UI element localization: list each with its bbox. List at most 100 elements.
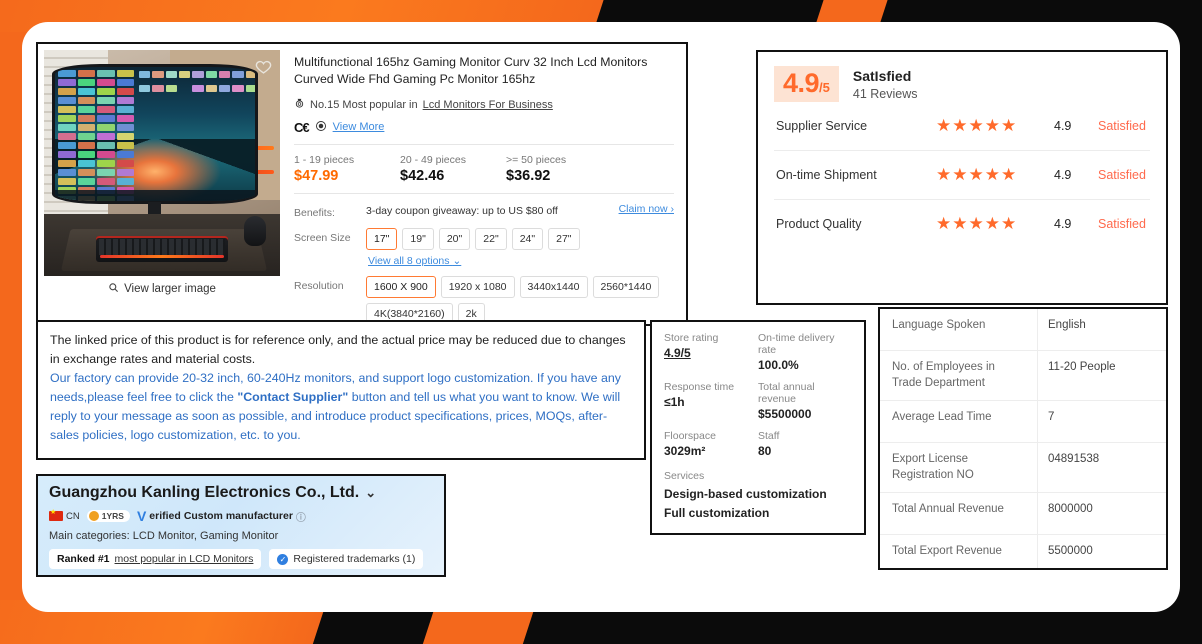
verified-badge: Verified Custom manufacturer ⓘ bbox=[137, 508, 306, 524]
price-tier-qty: 1 - 19 pieces bbox=[294, 153, 355, 166]
product-rank-line: No.15 Most popular in Lcd Monitors For B… bbox=[294, 98, 674, 112]
reviews-header: 4.9 /5 SatIsfied 41 Reviews bbox=[774, 66, 1150, 102]
price-tier-value: $36.92 bbox=[506, 167, 551, 184]
store-rating-value[interactable]: 4.9/5 bbox=[664, 346, 758, 360]
overall-score-badge: 4.9 /5 bbox=[774, 66, 839, 102]
screen-size-option[interactable]: 20" bbox=[438, 227, 471, 250]
table-cell-value: 11-20 People bbox=[1037, 351, 1166, 401]
rating-row-tag: Satisfied bbox=[1098, 119, 1146, 133]
reviews-panel: 4.9 /5 SatIsfied 41 Reviews Supplier Ser… bbox=[756, 50, 1168, 305]
supplier-card[interactable]: Guangzhou Kanling Electronics Co., Ltd. … bbox=[36, 474, 446, 577]
ranked-pill[interactable]: Ranked #1 most popular in LCD Monitors bbox=[49, 549, 262, 569]
annual-revenue-stat: Total annual revenue $5500000 bbox=[758, 381, 852, 421]
ranked-prefix-label: Ranked #1 bbox=[57, 553, 110, 565]
staff-stat: Staff 80 bbox=[758, 430, 852, 458]
chevron-down-icon: ⌄ bbox=[452, 254, 462, 267]
response-time-value: ≤1h bbox=[664, 395, 685, 409]
screen-size-option[interactable]: 19" bbox=[402, 227, 434, 250]
table-row: Language Spoken English bbox=[880, 309, 1166, 351]
manufacturer-type-label: Custom manufacturer bbox=[183, 510, 293, 522]
info-icon[interactable]: ⓘ bbox=[296, 509, 306, 524]
gaming-mouse bbox=[244, 216, 266, 246]
resolution-label: Resolution bbox=[294, 279, 344, 292]
response-time-stat: Response time ≤1h bbox=[664, 381, 758, 421]
years-label: 1YRS bbox=[101, 511, 124, 521]
screen-size-row: Screen Size 17" 19" 20" 22" 24" 27" View… bbox=[294, 227, 674, 267]
screen-size-options: 17" 19" 20" 22" 24" 27" View all 8 optio… bbox=[366, 227, 674, 267]
price-tier-value: $47.99 bbox=[294, 167, 339, 184]
view-all-options-link[interactable]: View all 8 options ⌄ bbox=[368, 255, 461, 267]
reviews-title: SatIsfied bbox=[852, 67, 912, 84]
product-title: Multifunctional 165hz Gaming Monitor Cur… bbox=[294, 55, 648, 87]
trademarks-pill[interactable]: ✓ Registered trademarks (1) bbox=[269, 549, 424, 569]
years-badge: 1YRS bbox=[86, 510, 130, 522]
price-tier-qty: 20 - 49 pieces bbox=[400, 153, 466, 166]
screen-size-option[interactable]: 22" bbox=[475, 227, 507, 250]
resolution-option[interactable]: 2560*1440 bbox=[592, 275, 660, 298]
rating-row-label: Supplier Service bbox=[776, 119, 868, 133]
desktop-icon-grid bbox=[58, 70, 134, 201]
resolution-option[interactable]: 3440x1440 bbox=[519, 275, 588, 298]
table-row: Total Annual Revenue 8000000 bbox=[880, 493, 1166, 536]
certification-view-more-link[interactable]: View More bbox=[333, 121, 385, 133]
favorite-heart-icon[interactable] bbox=[255, 58, 272, 75]
ranked-category-link[interactable]: most popular in LCD Monitors bbox=[115, 553, 254, 565]
supplier-name-row[interactable]: Guangzhou Kanling Electronics Co., Ltd. … bbox=[49, 484, 433, 502]
delivery-rate-value: 100.0% bbox=[758, 358, 799, 372]
floorspace-value: 3029m² bbox=[664, 444, 706, 458]
monitor-screen bbox=[52, 64, 258, 204]
star-rating-icon: ★★★★★ bbox=[936, 116, 1018, 135]
main-content-card: View larger image Multifunctional 165hz … bbox=[22, 22, 1180, 612]
table-cell-key: Total Export Revenue bbox=[892, 545, 1002, 558]
services-label: Services bbox=[664, 470, 705, 482]
rating-row-tag: Satisfied bbox=[1098, 168, 1146, 182]
price-tier-row: 1 - 19 pieces $47.99 20 - 49 pieces $42.… bbox=[294, 154, 674, 184]
table-row: Average Lead Time 7 bbox=[880, 401, 1166, 444]
floorspace-label: Floorspace bbox=[664, 430, 716, 442]
ce-mark-icon: C€ bbox=[294, 119, 310, 135]
check-circle-icon: ✓ bbox=[277, 553, 289, 565]
china-flag-icon bbox=[49, 508, 63, 521]
desktop-taskbar bbox=[55, 190, 255, 201]
table-cell-value: 04891538 bbox=[1037, 443, 1166, 493]
resolution-option[interactable]: 1600 X 900 bbox=[366, 275, 436, 298]
screen-size-option[interactable]: 27" bbox=[548, 227, 580, 250]
price-tier-qty: >= 50 pieces bbox=[506, 153, 567, 166]
rating-row-tag: Satisfied bbox=[1098, 217, 1146, 231]
screen-size-option[interactable]: 24" bbox=[511, 227, 544, 250]
chevron-down-icon[interactable]: ⌄ bbox=[365, 485, 376, 501]
supplier-pills: Ranked #1 most popular in LCD Monitors ✓… bbox=[49, 549, 433, 569]
note-black-text: The linked price of this product is for … bbox=[50, 333, 626, 366]
country-code-label: CN bbox=[66, 510, 80, 522]
store-stats-grid: Store rating 4.9/5 On-time delivery rate… bbox=[664, 332, 852, 458]
divider-1 bbox=[294, 143, 674, 145]
view-larger-image-link[interactable]: View larger image bbox=[44, 276, 280, 296]
reviews-count: 41 Reviews bbox=[852, 86, 918, 101]
product-photo[interactable] bbox=[44, 50, 280, 276]
certification-line: C€ View More bbox=[294, 120, 674, 135]
claim-now-link[interactable]: Claim now › bbox=[619, 203, 674, 215]
delivery-rate-stat: On-time delivery rate 100.0% bbox=[758, 332, 852, 372]
table-cell-value: 7 bbox=[1037, 401, 1166, 443]
rating-row: On-time Shipment ★★★★★ 4.9 Satisfied bbox=[774, 150, 1150, 199]
resolution-options: 1600 X 900 1920 x 1080 3440x1440 2560*14… bbox=[366, 275, 674, 325]
price-tier: 1 - 19 pieces $47.99 bbox=[294, 154, 400, 184]
overall-score-denominator: /5 bbox=[819, 80, 830, 95]
staff-label: Staff bbox=[758, 430, 780, 442]
resolution-row: Resolution 1600 X 900 1920 x 1080 3440x1… bbox=[294, 275, 674, 325]
rank-category-link[interactable]: Lcd Monitors For Business bbox=[423, 99, 553, 111]
store-stats-panel: Store rating 4.9/5 On-time delivery rate… bbox=[650, 320, 866, 535]
table-cell-key: Total Annual Revenue bbox=[892, 503, 1004, 516]
table-row: Total Export Revenue 5500000 bbox=[880, 535, 1166, 568]
resolution-option[interactable]: 1920 x 1080 bbox=[440, 275, 515, 298]
service-item: Design-based customization bbox=[664, 487, 827, 501]
product-panel: View larger image Multifunctional 165hz … bbox=[36, 42, 688, 326]
screen-size-option[interactable]: 17" bbox=[366, 227, 398, 250]
divider-2 bbox=[294, 192, 674, 194]
table-cell-value: English bbox=[1037, 309, 1166, 350]
table-cell-key: Language Spoken bbox=[892, 319, 986, 331]
screen-size-label: Screen Size bbox=[294, 231, 351, 244]
desktop-icon-row bbox=[139, 71, 255, 97]
verified-check-icon: V bbox=[136, 508, 147, 524]
benefits-row: Benefits: 3-day coupon giveaway: up to U… bbox=[294, 203, 674, 219]
